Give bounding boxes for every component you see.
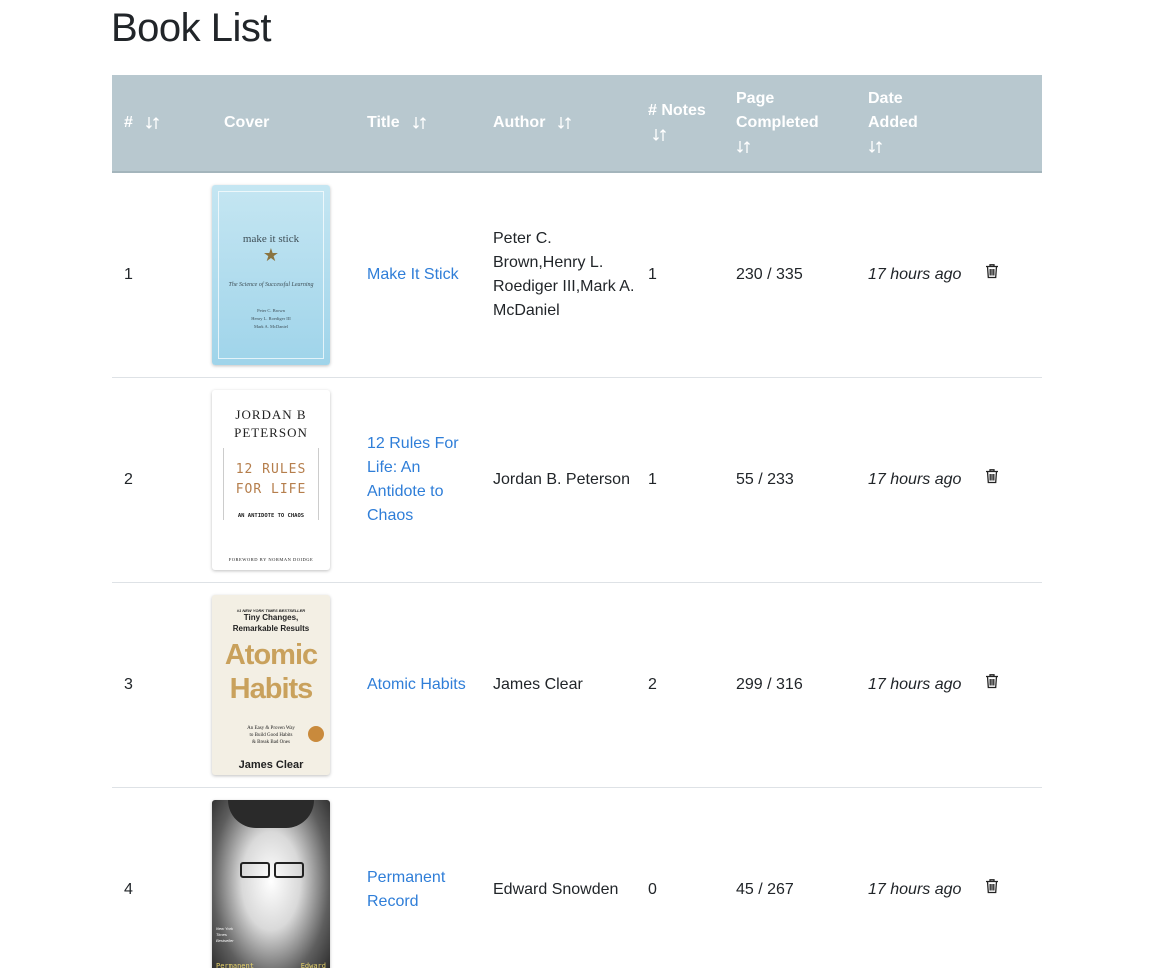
row-index: 4 [124, 880, 133, 898]
row-pages: 45 / 267 [736, 880, 794, 898]
cover-author: Edward [300, 961, 326, 968]
book-list-page: Book List # Cover Title Author # Notes P… [0, 0, 1157, 968]
sort-arrows-icon[interactable] [868, 139, 884, 155]
cover-author: JORDAN B PETERSON [234, 406, 308, 440]
row-date-added: 17 hours ago [868, 675, 962, 693]
row-notes: 2 [648, 675, 657, 693]
header-title-label: Title [367, 114, 400, 131]
book-cover-image: New York Times Bestseller Permanent Edwa… [212, 799, 330, 968]
row-actions [973, 787, 1042, 968]
row-title: Permanent Record [355, 787, 481, 968]
row-actions [973, 377, 1042, 582]
row-index: 1 [124, 265, 133, 283]
book-title-link[interactable]: Permanent Record [367, 869, 445, 910]
cover-title: Atomic Habits [224, 638, 318, 705]
row-title: Atomic Habits [355, 582, 481, 787]
sort-arrows-icon[interactable] [145, 115, 161, 131]
star-icon: ★ [262, 244, 280, 265]
row-notes: 0 [648, 880, 657, 898]
row-title: Make It Stick [355, 172, 481, 377]
cover-badge [308, 725, 324, 742]
cover-foreword: FOREWORD BY NORMAN DOIDGE [228, 556, 314, 562]
header-cover: Cover [212, 75, 355, 172]
header-notes-label: # Notes [648, 102, 706, 119]
book-cover-image: #1 NEW YORK TIMES BESTSELLER Tiny Change… [212, 594, 330, 775]
row-title: 12 Rules For Life: An Antidote to Chaos [355, 377, 481, 582]
row-pages: 55 / 233 [736, 470, 794, 488]
row-pages: 230 / 335 [736, 265, 803, 283]
header-page-completed-label: Page Completed [736, 90, 819, 131]
book-table-container: # Cover Title Author # Notes Page Comple… [112, 75, 1042, 968]
cover-authors: Peter C. Brown Henry L. Roediger III Mar… [251, 307, 291, 329]
header-notes[interactable]: # Notes [636, 75, 724, 172]
table-row: 2 JORDAN B PETERSON 12 RULES FOR LIFE AN… [112, 377, 1042, 582]
row-notes: 1 [648, 265, 657, 283]
book-cover-image: JORDAN B PETERSON 12 RULES FOR LIFE AN A… [212, 389, 330, 570]
book-title-link[interactable]: Atomic Habits [367, 676, 466, 693]
header-author[interactable]: Author [481, 75, 636, 172]
trash-icon[interactable] [985, 878, 999, 894]
book-cover-image: make it stick ★ The Science of Successfu… [212, 184, 330, 365]
cover-subtitle: AN ANTIDOTE TO CHAOS [237, 512, 305, 519]
cover-title: Permanent [216, 961, 254, 968]
row-cover: New York Times Bestseller Permanent Edwa… [212, 787, 355, 968]
table-row: 4 New York Times Bestseller Permanent Ed… [112, 787, 1042, 968]
book-title-link[interactable]: Make It Stick [367, 266, 459, 283]
page-title: Book List [111, 6, 272, 50]
sort-arrows-icon[interactable] [557, 115, 573, 131]
header-page-completed[interactable]: Page Completed [724, 75, 856, 172]
row-author: Jordan B. Peterson [493, 470, 630, 488]
header-author-label: Author [493, 114, 546, 131]
header-title[interactable]: Title [355, 75, 481, 172]
cover-author: James Clear [238, 758, 304, 771]
header-date-added-label: Date Added [868, 90, 918, 131]
row-author: James Clear [493, 675, 583, 693]
header-index[interactable]: # [112, 75, 212, 172]
trash-icon[interactable] [985, 263, 999, 279]
row-cover: make it stick ★ The Science of Successfu… [212, 172, 355, 377]
cover-title: 12 RULES FOR LIFE [235, 461, 307, 497]
sort-arrows-icon[interactable] [412, 115, 428, 131]
table-row: 1 make it stick ★ The Science of Success… [112, 172, 1042, 377]
row-date-added: 17 hours ago [868, 470, 962, 488]
row-pages: 299 / 316 [736, 675, 803, 693]
trash-icon[interactable] [985, 673, 999, 689]
row-index: 3 [124, 675, 133, 693]
header-cover-label: Cover [224, 114, 270, 131]
row-actions [973, 582, 1042, 787]
book-table: # Cover Title Author # Notes Page Comple… [112, 75, 1042, 968]
cover-tagline: Tiny Changes, Remarkable Results [232, 612, 310, 633]
header-date-added[interactable]: Date Added [856, 75, 973, 172]
row-cover: #1 NEW YORK TIMES BESTSELLER Tiny Change… [212, 582, 355, 787]
row-actions [973, 172, 1042, 377]
cover-subtitle: The Science of Successful Learning [228, 281, 314, 288]
table-row: 3 #1 NEW YORK TIMES BESTSELLER Tiny Chan… [112, 582, 1042, 787]
row-cover: JORDAN B PETERSON 12 RULES FOR LIFE AN A… [212, 377, 355, 582]
cover-nyt: New York Times Bestseller [216, 925, 234, 943]
header-index-label: # [124, 114, 133, 131]
header-actions [973, 75, 1042, 172]
sort-arrows-icon[interactable] [736, 139, 752, 155]
table-header-row: # Cover Title Author # Notes Page Comple… [112, 75, 1042, 172]
row-date-added: 17 hours ago [868, 265, 962, 283]
book-title-link[interactable]: 12 Rules For Life: An Antidote to Chaos [367, 435, 459, 524]
sort-arrows-icon[interactable] [652, 127, 668, 143]
row-notes: 1 [648, 470, 657, 488]
row-date-added: 17 hours ago [868, 880, 962, 898]
trash-icon[interactable] [985, 468, 999, 484]
row-author: Edward Snowden [493, 880, 619, 898]
row-index: 2 [124, 470, 133, 488]
row-author: Peter C. Brown,Henry L. Roediger III,Mar… [493, 229, 635, 319]
